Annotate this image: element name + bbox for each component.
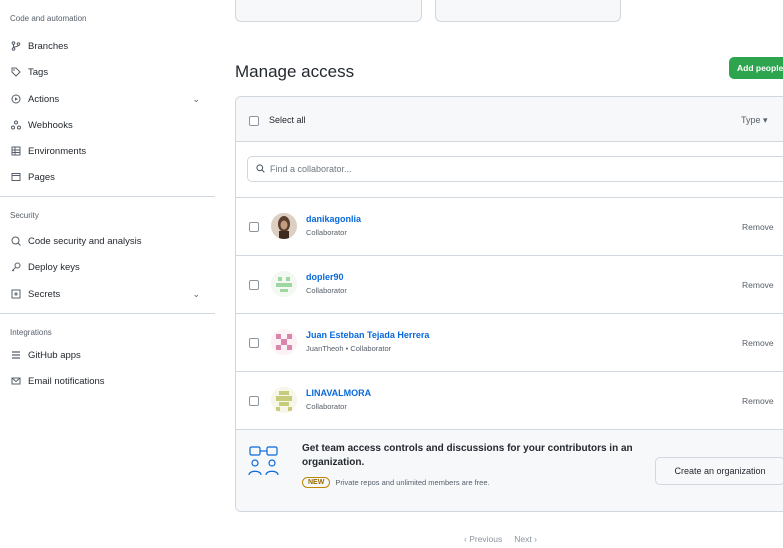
key-icon [10, 261, 22, 273]
panel-header: Select all Type ▾ [236, 97, 783, 142]
sidebar-item-label: Secrets [28, 288, 61, 300]
row-checkbox[interactable] [249, 280, 259, 290]
sidebar-item-email-notifications[interactable]: Email notifications [10, 371, 210, 391]
select-all-label: Select all [269, 115, 306, 125]
section-heading-code-automation: Code and automation [10, 14, 87, 23]
avatar[interactable] [271, 329, 297, 355]
collaborator-name-link[interactable]: dopler90 [306, 272, 344, 282]
sidebar-item-webhooks[interactable]: Webhooks [10, 115, 210, 135]
collaborator-role: Collaborator [306, 286, 347, 295]
remove-button[interactable]: Remove [742, 222, 774, 232]
sidebar-item-deploy-keys[interactable]: Deploy keys [10, 257, 210, 277]
settings-sidebar: Code and automation Branches Tags Action… [0, 0, 215, 548]
chevron-down-icon[interactable]: ⌄ [192, 94, 200, 105]
new-badge: NEW [302, 477, 331, 488]
collaborator-role: Collaborator [306, 402, 347, 411]
sidebar-item-label: Deploy keys [28, 261, 80, 273]
sidebar-item-secrets[interactable]: Secrets ⌄ [10, 284, 210, 304]
sidebar-item-label: GitHub apps [28, 349, 81, 361]
tag-icon [10, 66, 22, 78]
promo-subtext: NEW Private repos and unlimited members … [302, 477, 490, 488]
collaborator-row: LINAVALMORA Collaborator Remove [236, 372, 783, 430]
type-dropdown[interactable]: Type ▾ [741, 115, 768, 126]
add-people-button[interactable]: Add people [729, 57, 783, 79]
sidebar-item-label: Tags [28, 66, 49, 78]
organization-promo: Get team access controls and discussions… [236, 430, 783, 511]
play-icon [10, 93, 22, 105]
people-icon [248, 445, 280, 481]
avatar[interactable] [271, 387, 297, 413]
sidebar-item-label: Environments [28, 145, 87, 157]
partial-card [235, 0, 422, 22]
sidebar-item-label: Pages [28, 171, 55, 183]
branch-icon [10, 40, 22, 52]
next-page-button[interactable]: Next › [514, 534, 537, 544]
row-checkbox[interactable] [249, 396, 259, 406]
page-title: Manage access [235, 62, 355, 81]
search-icon [256, 163, 265, 175]
sidebar-item-actions[interactable]: Actions ⌄ [10, 89, 210, 109]
pagination: ‹ Previous Next › [464, 534, 537, 544]
row-checkbox[interactable] [249, 222, 259, 232]
sidebar-item-label: Code security and analysis [28, 235, 142, 247]
collaborator-search-input[interactable]: Find a collaborator... [247, 156, 783, 182]
remove-button[interactable]: Remove [742, 280, 774, 290]
sidebar-item-pages[interactable]: Pages [10, 167, 210, 187]
apps-icon [10, 349, 22, 361]
avatar[interactable] [271, 213, 297, 239]
plus-square-icon [10, 288, 22, 300]
webhook-icon [10, 119, 22, 131]
section-heading-integrations: Integrations [10, 328, 52, 337]
sidebar-item-label: Email notifications [28, 375, 105, 387]
sidebar-item-tags[interactable]: Tags [10, 62, 210, 82]
collaborator-row: danikagonlia Collaborator Remove [236, 198, 783, 256]
row-checkbox[interactable] [249, 338, 259, 348]
promo-text: Get team access controls and discussions… [302, 443, 633, 468]
sidebar-item-branches[interactable]: Branches [10, 36, 210, 56]
collaborator-row: dopler90 Collaborator Remove [236, 256, 783, 314]
sidebar-divider [0, 313, 215, 314]
sidebar-item-label: Webhooks [28, 119, 73, 131]
create-organization-button[interactable]: Create an organization [655, 457, 783, 485]
previous-page-button[interactable]: ‹ Previous [464, 534, 502, 544]
sidebar-item-github-apps[interactable]: GitHub apps [10, 345, 210, 365]
server-icon [10, 145, 22, 157]
collaborator-role: JuanTheoh • Collaborator [306, 344, 392, 353]
browser-icon [10, 171, 22, 183]
sidebar-item-label: Branches [28, 40, 69, 52]
collaborator-role: Collaborator [306, 228, 347, 237]
sidebar-item-environments[interactable]: Environments [10, 141, 210, 161]
remove-button[interactable]: Remove [742, 396, 774, 406]
avatar[interactable] [271, 271, 297, 297]
promo-subtext-label: Private repos and unlimited members are … [335, 478, 490, 487]
search-placeholder: Find a collaborator... [270, 164, 352, 174]
section-heading-security: Security [10, 211, 39, 220]
collaborator-name-link[interactable]: LINAVALMORA [306, 388, 371, 398]
remove-button[interactable]: Remove [742, 338, 774, 348]
collaborator-name-link[interactable]: danikagonlia [306, 214, 361, 224]
sidebar-item-code-security[interactable]: Code security and analysis [10, 231, 210, 251]
select-all-checkbox[interactable] [249, 116, 259, 126]
collaborators-panel: Select all Type ▾ Find a collaborator...… [235, 96, 783, 512]
chevron-down-icon[interactable]: ⌄ [192, 289, 200, 300]
partial-card [435, 0, 621, 22]
collaborator-name-link[interactable]: Juan Esteban Tejada Herrera [306, 330, 429, 340]
sidebar-item-label: Actions [28, 93, 60, 105]
sidebar-divider [0, 196, 215, 197]
codescan-icon [10, 235, 22, 247]
mail-icon [10, 375, 22, 387]
filter-row: Find a collaborator... [236, 142, 783, 198]
collaborator-row: Juan Esteban Tejada Herrera JuanTheoh • … [236, 314, 783, 372]
